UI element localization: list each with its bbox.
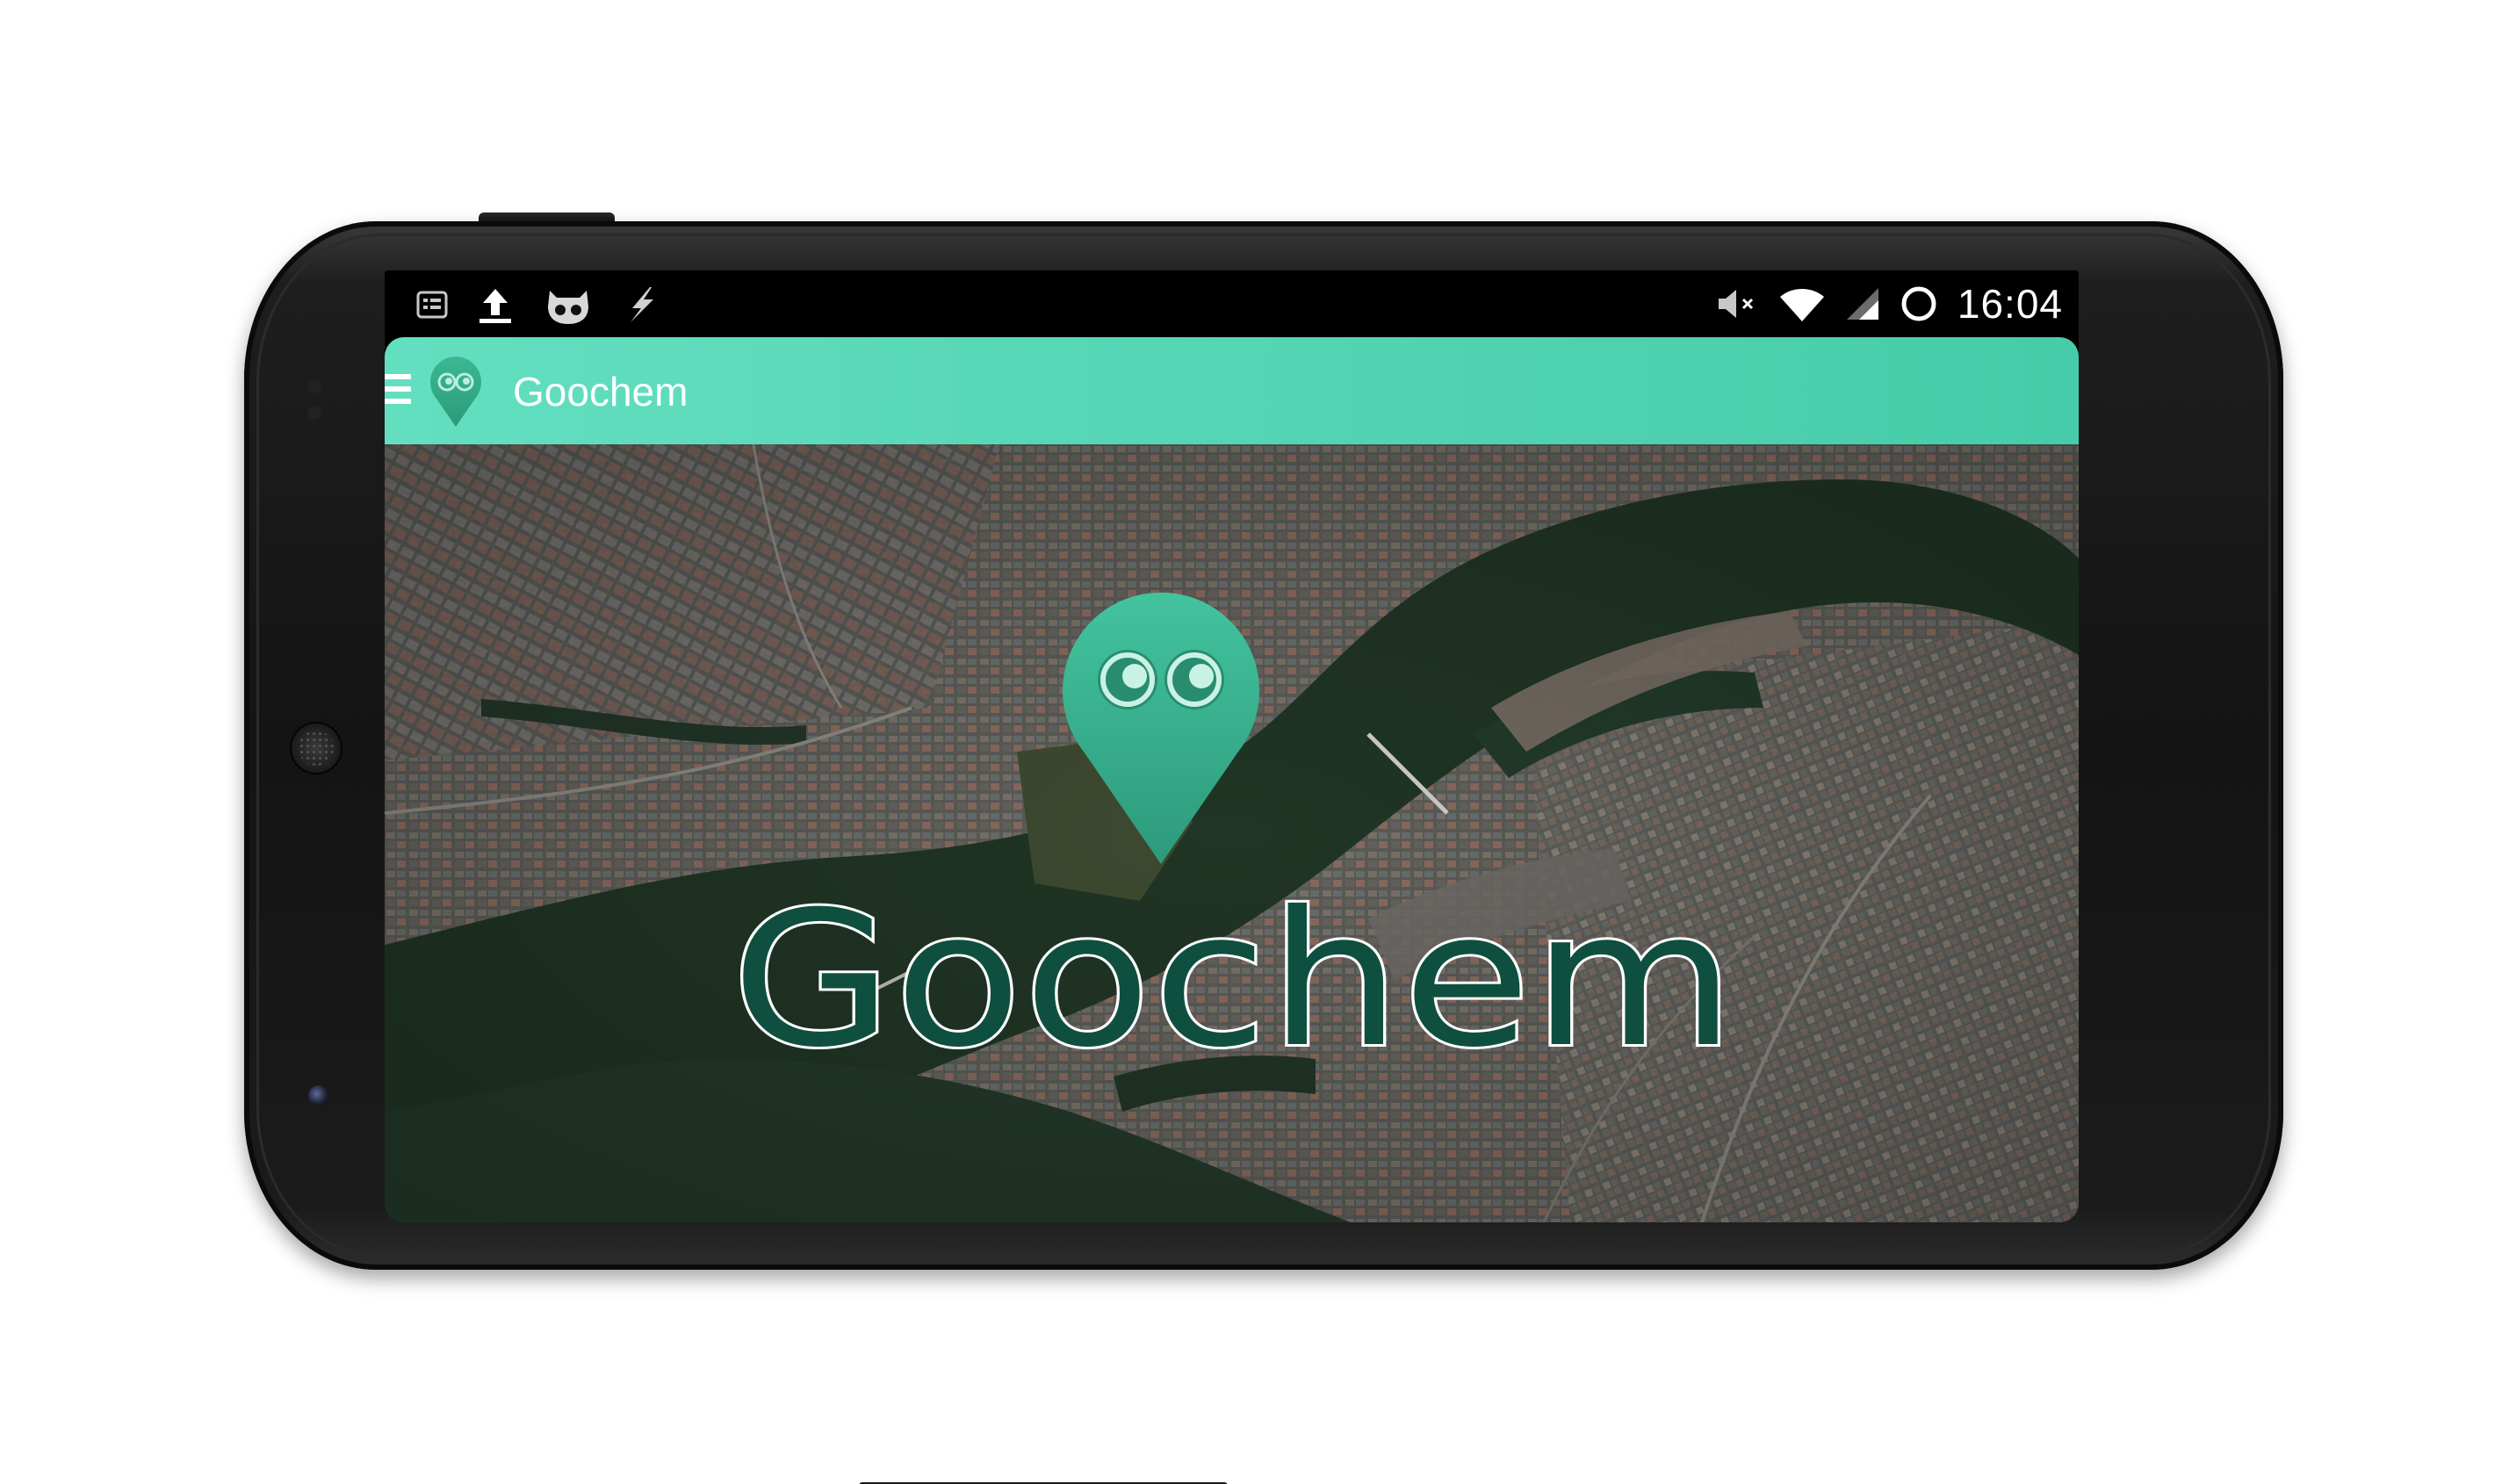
proximity-sensor bbox=[307, 379, 321, 393]
satellite-map[interactable]: Goochem bbox=[385, 444, 2079, 1222]
circle-status-icon bbox=[1901, 286, 1936, 321]
goochem-pin-icon[interactable] bbox=[429, 355, 483, 429]
action-bar: Goochem bbox=[385, 337, 2079, 444]
wifi-icon bbox=[1779, 289, 1824, 321]
cell-signal-icon bbox=[1846, 288, 1878, 320]
upload-icon bbox=[479, 289, 511, 323]
device-mockup: 16:04 Goochem Goochem bbox=[0, 0, 2509, 1484]
hamburger-menu-icon[interactable] bbox=[385, 374, 416, 409]
front-camera bbox=[308, 1085, 329, 1106]
light-sensor bbox=[307, 406, 321, 420]
app-title: Goochem bbox=[513, 369, 689, 414]
earpiece-speaker bbox=[290, 722, 342, 774]
cyanogenmod-mascot-icon bbox=[548, 291, 588, 324]
system-status-area: 16:04 bbox=[1715, 277, 2063, 330]
flash-icon bbox=[631, 287, 653, 322]
phone-screen: 16:04 Goochem Goochem bbox=[385, 270, 2079, 1222]
volume-muted-icon bbox=[1718, 290, 1753, 318]
notification-area bbox=[416, 283, 659, 327]
goochem-location-pin-icon bbox=[1063, 592, 1259, 864]
logo-text: Goochem bbox=[732, 888, 1737, 1063]
status-clock: 16:04 bbox=[1957, 281, 2063, 327]
notification-list-icon bbox=[416, 291, 448, 319]
goochem-logo: Goochem bbox=[732, 888, 1738, 1063]
status-bar: 16:04 bbox=[385, 270, 2079, 337]
